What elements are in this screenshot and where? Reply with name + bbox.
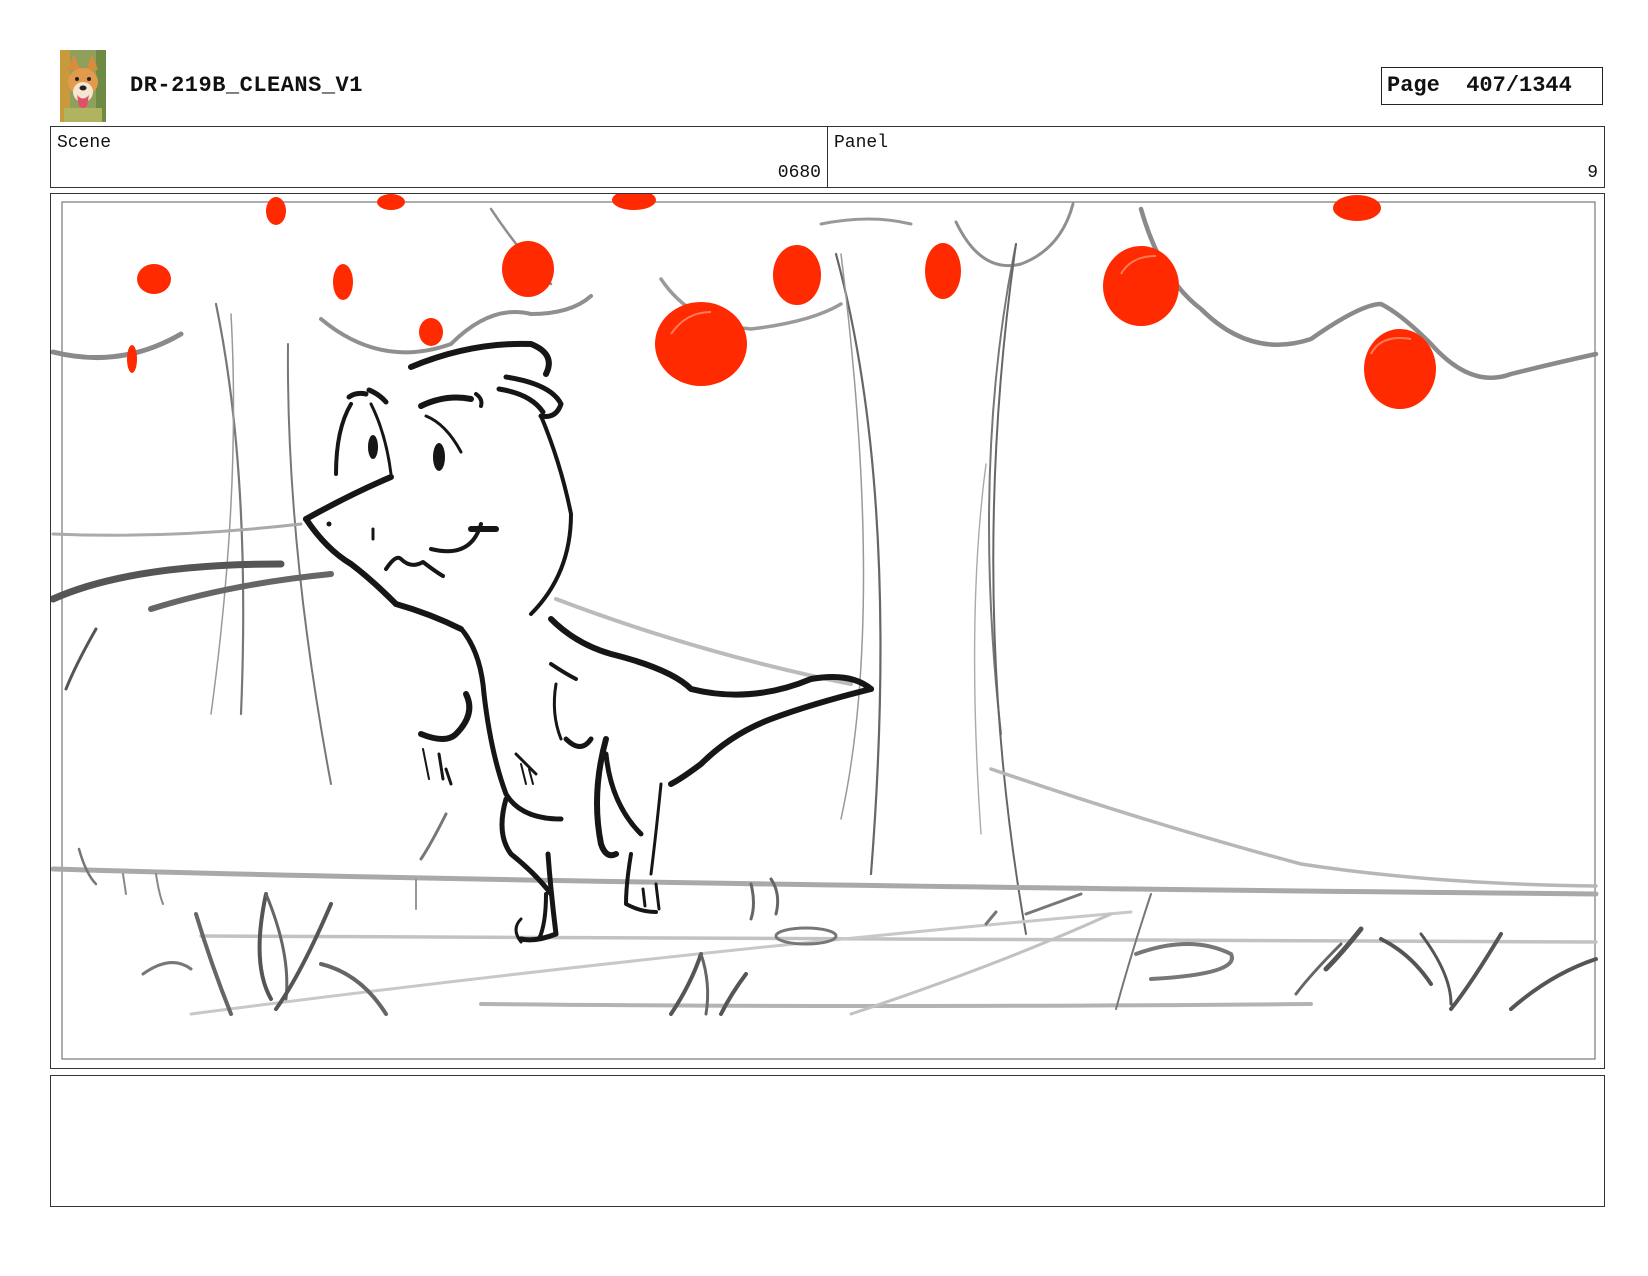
scene-number: 0680 <box>777 163 821 183</box>
apple <box>127 345 137 373</box>
panel-cell: Panel 9 <box>828 127 1604 187</box>
page-indicator: Page 407/1344 <box>1381 67 1603 105</box>
apple <box>612 194 656 210</box>
background-sketch <box>51 202 1599 1016</box>
apple <box>137 264 171 294</box>
scene-panel-info: Scene 0680 Panel 9 <box>50 126 1605 188</box>
page-number: 407/1344 <box>1466 73 1572 98</box>
apple <box>377 194 405 210</box>
storyboard-frame <box>50 193 1605 1069</box>
apples <box>127 194 1436 409</box>
dinosaur-character <box>303 340 874 944</box>
panel-notes-box <box>50 1075 1605 1207</box>
panel-number: 9 <box>1587 163 1598 183</box>
apple <box>655 302 747 386</box>
apple <box>502 241 554 297</box>
document-title: DR-219B_CLEANS_V1 <box>130 73 363 98</box>
apple <box>266 197 286 225</box>
apple <box>1364 329 1436 409</box>
scene-label: Scene <box>57 133 112 153</box>
panel-label: Panel <box>834 133 889 153</box>
logo-dog-avatar-icon <box>60 50 106 122</box>
apple <box>419 318 443 346</box>
apple <box>1333 195 1381 221</box>
apple <box>925 243 961 299</box>
storyboard-drawing <box>51 194 1599 1060</box>
page-label: Page <box>1387 73 1440 98</box>
scene-cell: Scene 0680 <box>51 127 828 187</box>
apple <box>333 264 353 300</box>
dog-avatar-icon <box>60 50 106 122</box>
apple <box>773 245 821 305</box>
